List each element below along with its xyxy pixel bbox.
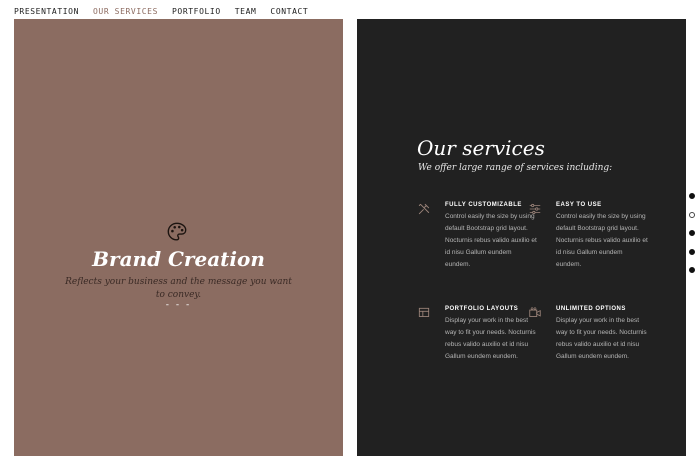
services-title: Our services: [417, 136, 545, 160]
tools-icon: [418, 203, 430, 215]
feature-unlimited-options: UNLIMITED OPTIONS Display your work in t…: [529, 306, 648, 363]
feature-portfolio-layouts: PORTFOLIO LAYOUTS Display your work in t…: [418, 306, 537, 363]
brand-creation-description: Reflects your business and the message y…: [65, 277, 292, 300]
nav-contact[interactable]: CONTACT: [270, 7, 308, 16]
palette-icon: [167, 222, 187, 241]
nav-presentation[interactable]: PRESENTATION: [14, 7, 79, 16]
decorative-dashes: - - -: [165, 300, 192, 310]
nav-portfolio[interactable]: PORTFOLIO: [172, 7, 221, 16]
nav-our-services[interactable]: OUR SERVICES: [93, 7, 158, 16]
services-subtitle: We offer large range of services includi…: [418, 163, 613, 173]
feature-text: Control easily the size by using default…: [556, 213, 648, 268]
nav-team[interactable]: TEAM: [235, 7, 257, 16]
section-dot-2[interactable]: [689, 211, 695, 218]
feature-text: Display your work in the best way to fit…: [556, 317, 647, 360]
sliders-icon: [529, 203, 541, 215]
feature-easy-to-use: EASY TO USE Control easily the size by u…: [529, 202, 648, 271]
feature-title: EASY TO USE: [556, 202, 602, 208]
section-dot-5[interactable]: [689, 267, 695, 273]
section-dot-1[interactable]: [689, 193, 695, 199]
video-icon: [529, 307, 541, 317]
section-dot-3[interactable]: [689, 230, 695, 236]
feature-title: UNLIMITED OPTIONS: [556, 306, 626, 312]
section-dot-4[interactable]: [689, 248, 695, 255]
section-dots: [689, 193, 697, 286]
feature-text: Control easily the size by using default…: [445, 213, 537, 268]
feature-text: Display your work in the best way to fit…: [445, 317, 536, 360]
layout-icon: [418, 307, 430, 317]
feature-title: FULLY CUSTOMIZABLE: [445, 202, 522, 208]
top-navigation: PRESENTATION OUR SERVICES PORTFOLIO TEAM…: [14, 4, 308, 18]
feature-fully-customizable: FULLY CUSTOMIZABLE Control easily the si…: [418, 202, 537, 271]
brand-creation-title: Brand Creation: [92, 247, 265, 271]
feature-title: PORTFOLIO LAYOUTS: [445, 306, 519, 312]
